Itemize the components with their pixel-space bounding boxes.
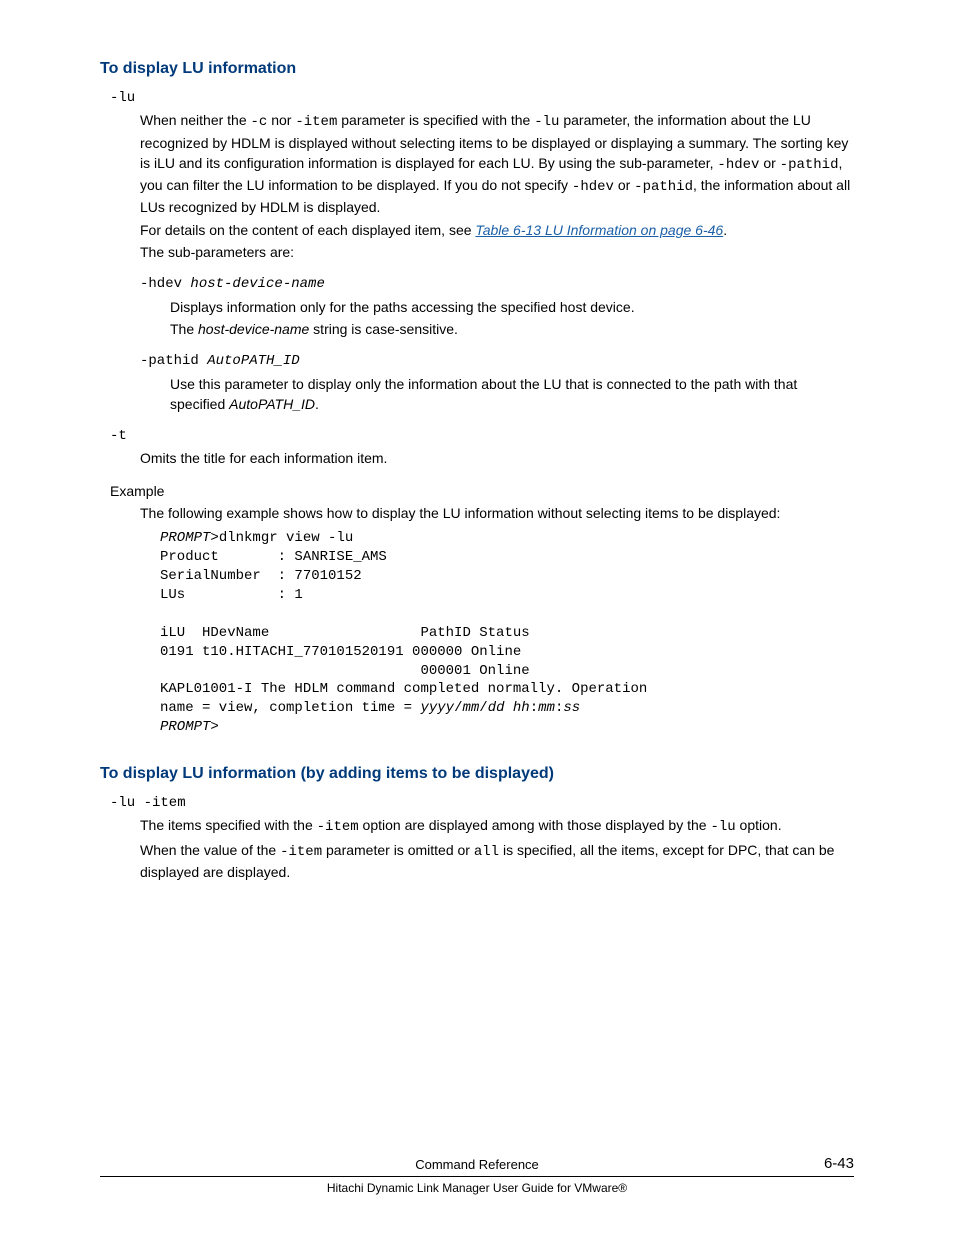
code-lu: -lu <box>534 114 559 130</box>
lu-item-desc-1: The items specified with the -item optio… <box>140 815 854 837</box>
page-footer: Command Reference 6-43 Hitachi Dynamic L… <box>100 1157 854 1195</box>
text: string is case-sensitive. <box>309 321 458 337</box>
code-item: -item <box>295 114 337 130</box>
host-device-name-italic: host-device-name <box>198 321 309 337</box>
hdev-label: -hdev <box>140 276 190 292</box>
hdev-note: The host-device-name string is case-sens… <box>170 319 854 339</box>
text: . <box>723 222 727 238</box>
code-item-2: -item <box>280 844 322 860</box>
autopath-id-italic: AutoPATH_ID <box>229 396 315 412</box>
section-heading-lu-info-item: To display LU information (by adding ite… <box>100 765 854 783</box>
param-t: -t <box>110 426 854 446</box>
text: The items specified with the <box>140 817 317 833</box>
code-hdev-2: -hdev <box>572 179 614 195</box>
param-lu-item: -lu -item <box>110 793 854 813</box>
text: parameter is specified with the <box>337 112 534 128</box>
param-lu: -lu <box>110 88 854 108</box>
code-pathid-2: -pathid <box>634 179 693 195</box>
text: parameter is omitted or <box>322 842 474 858</box>
lu-description: When neither the -c nor -item parameter … <box>140 110 854 217</box>
text: When the value of the <box>140 842 280 858</box>
page-number: 6-43 <box>824 1155 854 1172</box>
code-lu: -lu <box>710 819 735 835</box>
text: or <box>614 177 634 193</box>
footer-guide-title: Hitachi Dynamic Link Manager User Guide … <box>100 1177 854 1195</box>
subparam-pathid: -pathid AutoPATH_ID <box>140 351 854 371</box>
code-all: all <box>474 844 499 860</box>
lu-details-link-para: For details on the content of each displ… <box>140 220 854 240</box>
code-hdev: -hdev <box>717 157 759 173</box>
text: option. <box>736 817 782 833</box>
code-item: -item <box>317 819 359 835</box>
link-table-6-13[interactable]: Table 6-13 LU Information on page 6-46 <box>475 222 723 238</box>
pathid-label: -pathid <box>140 353 207 369</box>
example-label: Example <box>110 481 854 501</box>
t-desc: Omits the title for each information ite… <box>140 448 854 468</box>
text: For details on the content of each displ… <box>140 222 475 238</box>
pathid-desc: Use this parameter to display only the i… <box>170 374 854 415</box>
pathid-arg: AutoPATH_ID <box>207 353 299 369</box>
example-output: PROMPT>dlnkmgr view -lu Product : SANRIS… <box>160 529 854 737</box>
code-pathid: -pathid <box>780 157 839 173</box>
hdev-desc: Displays information only for the paths … <box>170 297 854 317</box>
text: When neither the <box>140 112 251 128</box>
text: option are displayed among with those di… <box>359 817 711 833</box>
code-c: -c <box>251 114 268 130</box>
text: . <box>315 396 319 412</box>
section-heading-lu-info: To display LU information <box>100 60 854 78</box>
footer-command-reference: Command Reference <box>415 1157 539 1172</box>
text: The <box>170 321 198 337</box>
sub-parameters-intro: The sub-parameters are: <box>140 242 854 262</box>
subparam-hdev: -hdev host-device-name <box>140 274 854 294</box>
example-desc: The following example shows how to displ… <box>140 503 854 523</box>
hdev-arg: host-device-name <box>190 276 324 292</box>
text: or <box>759 155 779 171</box>
lu-item-desc-2: When the value of the -item parameter is… <box>140 840 854 883</box>
text: nor <box>267 112 295 128</box>
